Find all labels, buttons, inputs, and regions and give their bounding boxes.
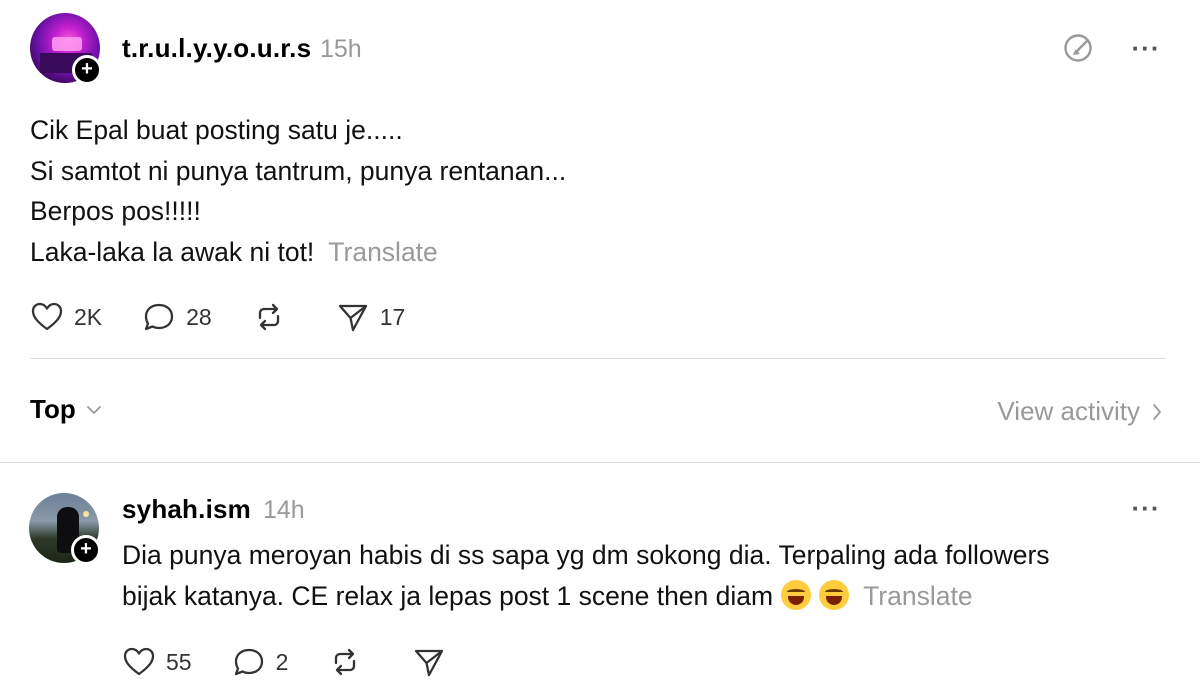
chevron-down-icon	[86, 405, 101, 414]
reply-line: bijak katanya. CE relax ja lepas post 1 …	[122, 580, 774, 611]
more-icon[interactable]: ···	[1128, 490, 1164, 526]
reply-body: Dia punya meroyan habis di ss sapa yg dm…	[122, 535, 1182, 616]
heart-icon	[123, 647, 155, 676]
repost-icon	[258, 303, 279, 331]
divider	[30, 358, 1166, 359]
laughing-emoji-icon	[819, 579, 850, 610]
view-activity-label: View activity	[997, 396, 1140, 426]
post-line: Laka-laka la awak ni tot!	[30, 236, 315, 267]
translate-link[interactable]: Translate	[863, 581, 972, 611]
reply-timestamp: 14h	[263, 496, 305, 524]
post-line: Berpos pos!!!!!	[30, 196, 201, 226]
share-count: 17	[379, 303, 406, 330]
follow-plus-icon[interactable]: +	[71, 535, 101, 565]
share-button[interactable]: 17	[336, 301, 406, 333]
main-post: + t.r.u.l.y.y.o.u.r.s 15h ··· Cik Epal b…	[0, 0, 1200, 360]
repost-button[interactable]	[328, 646, 372, 678]
laughing-emoji-icon	[781, 579, 812, 610]
repost-button[interactable]	[252, 301, 296, 333]
like-count: 2K	[74, 303, 103, 330]
repost-icon	[335, 648, 356, 676]
comment-icon	[144, 303, 174, 331]
reply-line: Dia punya meroyan habis di ss sapa yg dm…	[122, 540, 1050, 570]
like-count: 55	[166, 648, 192, 675]
post-username[interactable]: t.r.u.l.y.y.o.u.r.s	[122, 33, 311, 64]
edit-icon[interactable]	[1060, 30, 1096, 66]
post-timestamp: 15h	[320, 35, 362, 63]
translate-link[interactable]: Translate	[328, 237, 437, 267]
reply-button[interactable]: 2	[232, 646, 289, 678]
post-line: Cik Epal buat posting satu je.....	[30, 115, 403, 145]
sort-label: Top	[30, 394, 76, 424]
reply-username[interactable]: syhah.ism	[122, 494, 251, 525]
like-button[interactable]: 55	[122, 646, 192, 678]
post-actions: 2K 28 17	[30, 301, 445, 333]
reply-count: 2	[275, 648, 289, 675]
sort-bar: Top View activity	[0, 380, 1200, 446]
sort-dropdown[interactable]: Top	[30, 394, 102, 425]
post-body: Cik Epal buat posting satu je..... Si sa…	[30, 110, 1130, 272]
post-line: Si samtot ni punya tantrum, punya rentan…	[30, 155, 567, 186]
reply-button[interactable]: 28	[142, 301, 212, 333]
more-icon[interactable]: ···	[1128, 30, 1164, 66]
share-button[interactable]	[412, 646, 456, 678]
chevron-right-icon	[1153, 403, 1161, 420]
reply-actions: 55 2	[122, 646, 496, 678]
comment-icon	[234, 648, 263, 676]
reply-post: + syhah.ism 14h ··· Dia punya meroyan ha…	[0, 463, 1200, 689]
send-icon	[338, 304, 367, 332]
view-activity-link[interactable]: View activity	[997, 396, 1162, 427]
heart-icon	[31, 302, 63, 331]
follow-plus-icon[interactable]: +	[72, 55, 102, 85]
send-icon	[415, 649, 444, 677]
like-button[interactable]: 2K	[30, 301, 102, 333]
reply-count: 28	[186, 303, 212, 330]
